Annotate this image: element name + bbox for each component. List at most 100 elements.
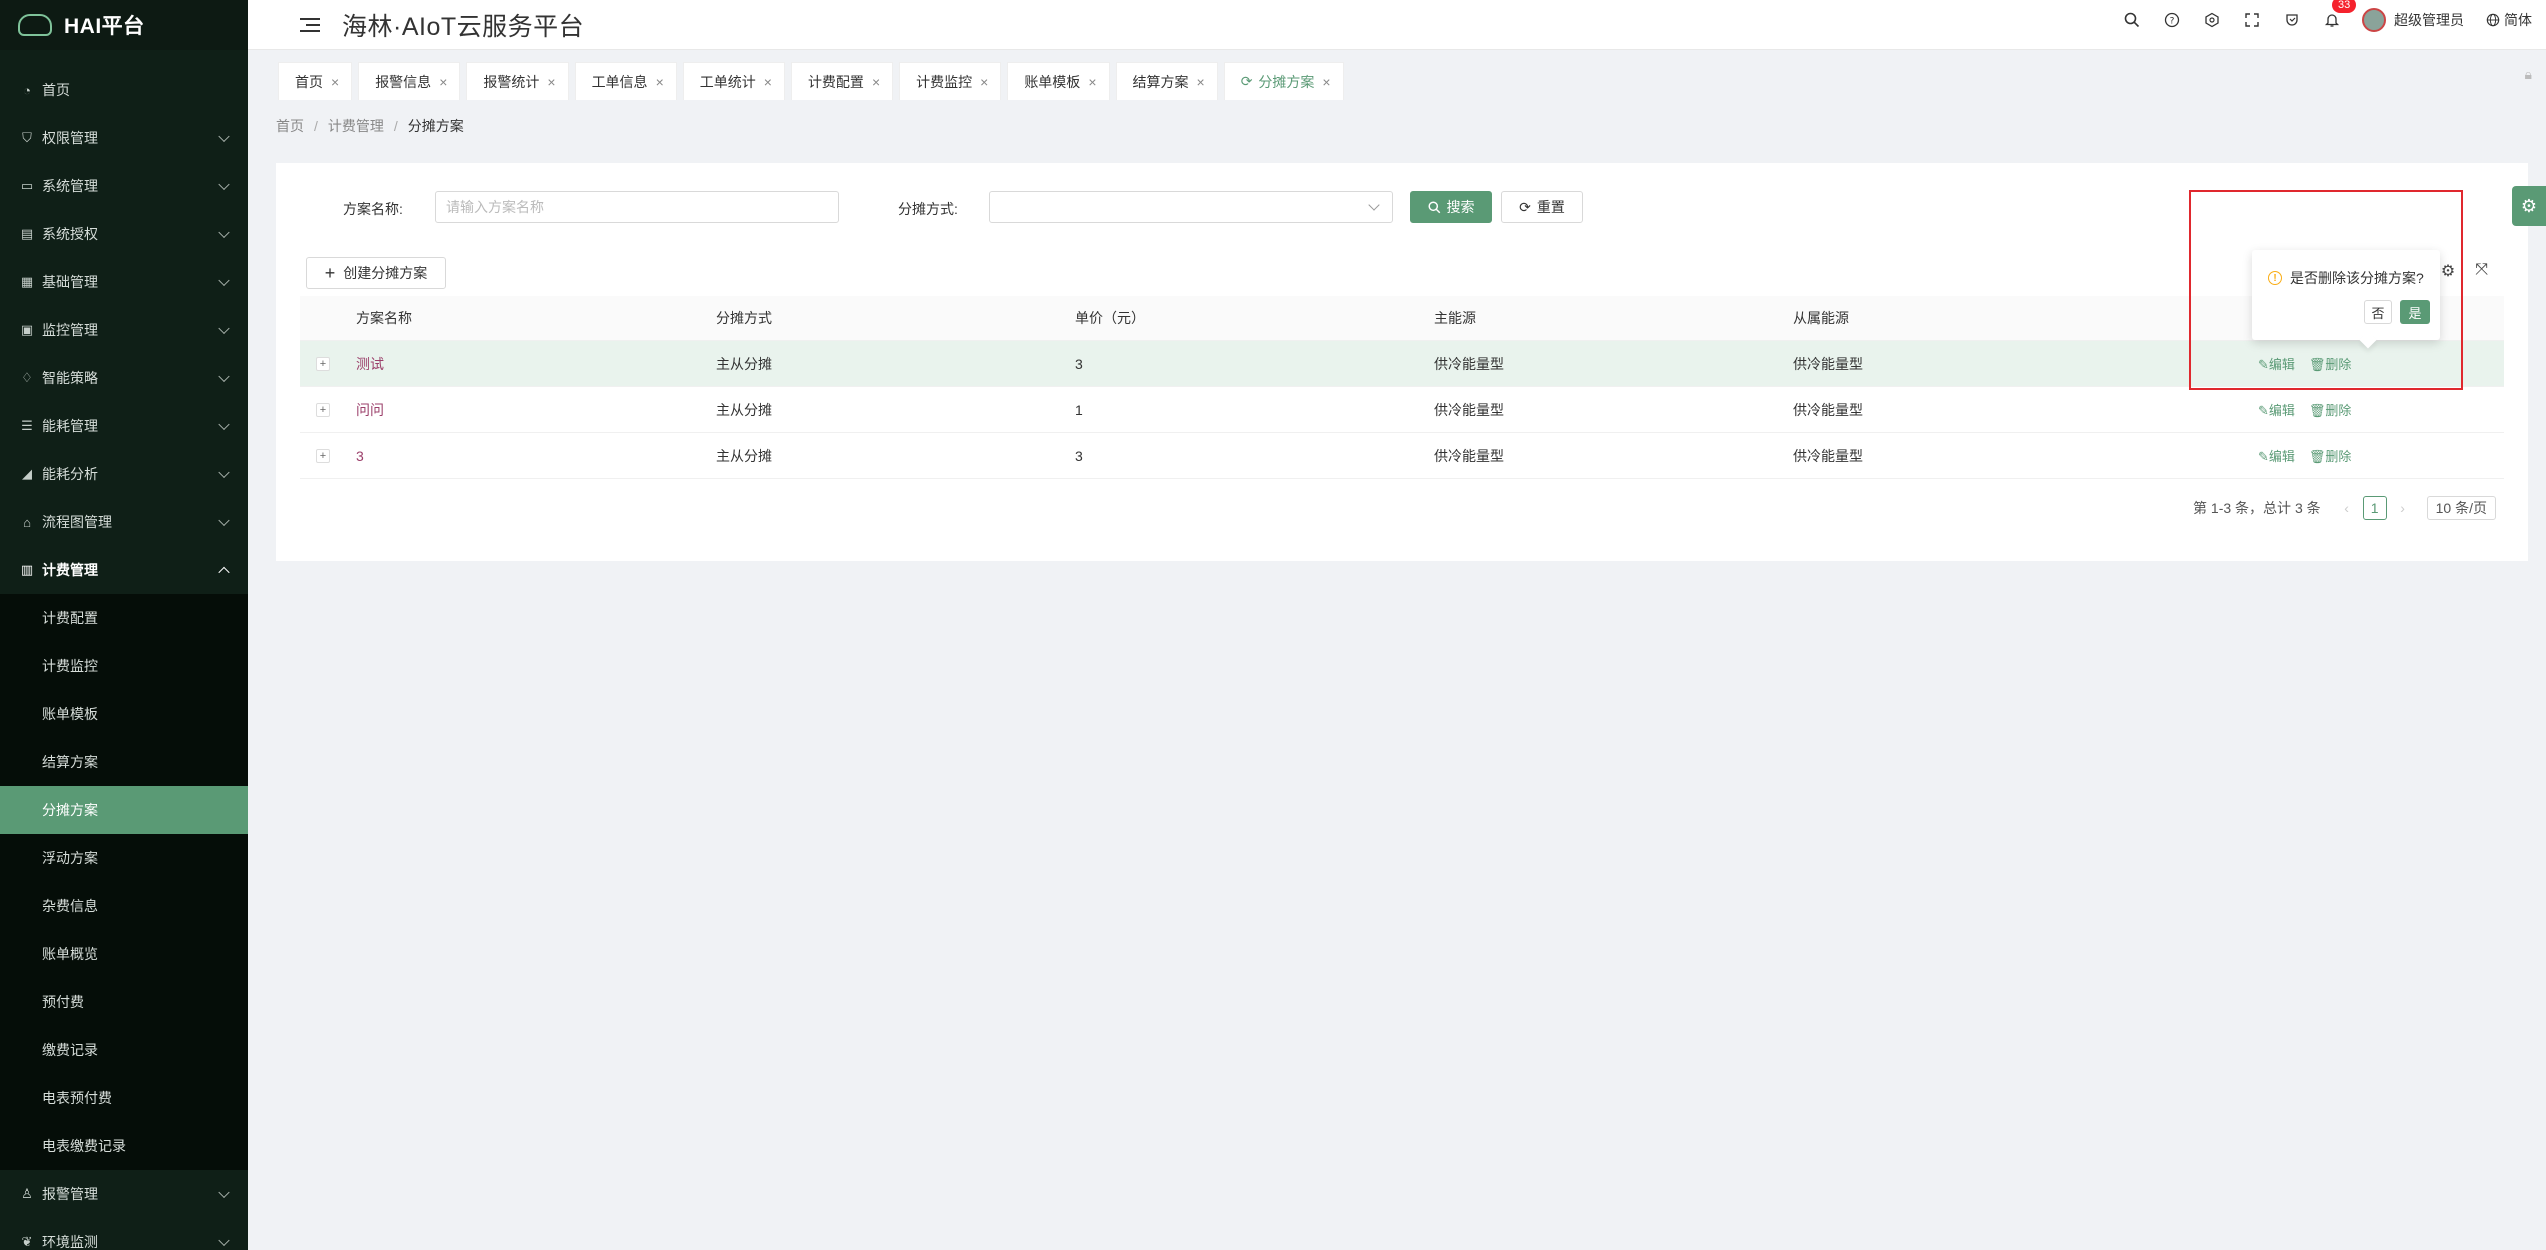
logo[interactable]: HAI平台 [0, 0, 248, 50]
tab-home[interactable]: 首页 × [278, 62, 353, 100]
sidebar-item-home[interactable]: ◔ 首页 [0, 66, 248, 114]
sidebar-subitem[interactable]: 杂费信息 [0, 882, 248, 930]
notification-badge: 33 [2332, 0, 2357, 13]
breadcrumb-item[interactable]: 计费管理 [328, 116, 384, 136]
allocation-table: 方案名称 分摊方式 单价（元） 主能源 从属能源 + 测试 主从分摊 3 供冷能… [300, 296, 2504, 479]
sidebar-subitem[interactable]: 账单概览 [0, 930, 248, 978]
close-icon[interactable]: × [547, 74, 555, 90]
sidebar-subitem[interactable]: 缴费记录 [0, 1026, 248, 1074]
sidebar-subitem[interactable]: 计费监控 [0, 642, 248, 690]
tab-billing-monitor[interactable]: 计费监控 × [899, 62, 1002, 100]
close-icon[interactable]: × [1197, 74, 1205, 90]
close-icon[interactable]: × [656, 74, 664, 90]
close-icon[interactable]: × [331, 74, 339, 90]
sidebar-subitem-active[interactable]: 分摊方案 [0, 786, 248, 834]
user-menu[interactable]: 超级管理员 [2362, 8, 2464, 32]
tab-bill-template[interactable]: 账单模板 × [1007, 62, 1110, 100]
tab-workorder-info[interactable]: 工单信息 × [574, 62, 677, 100]
svg-text:?: ? [2170, 17, 2175, 27]
desktop-icon: ▭ [20, 178, 34, 193]
sidebar-item-strategy[interactable]: ♢ 智能策略 [0, 354, 248, 402]
sidebar-item-basic[interactable]: ▦ 基础管理 [0, 258, 248, 306]
search-icon [1427, 200, 1440, 213]
settings-gear-icon[interactable]: ⚙︎ [2512, 186, 2546, 226]
expand-icon[interactable]: + [316, 448, 330, 463]
close-icon[interactable]: × [1322, 74, 1330, 90]
chevron-down-icon [218, 466, 230, 479]
help-icon[interactable]: ? [2152, 0, 2192, 40]
lock-icon[interactable]: 🔒︎ [2525, 66, 2532, 83]
name-search-input[interactable]: 请输入方案名称 [435, 191, 839, 223]
prev-page-icon[interactable]: ‹ [2335, 496, 2359, 520]
close-icon[interactable]: × [764, 74, 772, 90]
page-size-select[interactable]: 10 条/页 [2426, 496, 2496, 520]
language-switch[interactable]: 简体 [2486, 10, 2532, 30]
license-icon: ▤ [20, 226, 34, 241]
table-row: + 问问 主从分摊 1 供冷能量型 供冷能量型 ✎编辑 🗑︎删除 [300, 387, 2504, 433]
confirm-button[interactable]: 是 [2400, 300, 2430, 324]
search-button[interactable]: 搜索 [1410, 191, 1492, 223]
sidebar-item-permission[interactable]: ⛉ 权限管理 [0, 114, 248, 162]
sidebar-subitem[interactable]: 账单模板 [0, 690, 248, 738]
top-header: 海林·AIoT云服务平台 ? 33 超级管理员 简体 [248, 0, 2546, 50]
chevron-down-icon [218, 418, 230, 431]
delete-button[interactable]: 🗑︎删除 [2309, 357, 2352, 372]
sidebar-item-monitor[interactable]: ▣ 监控管理 [0, 306, 248, 354]
sidebar-item-license[interactable]: ▤ 系统授权 [0, 210, 248, 258]
bell-icon[interactable]: 33 [2312, 0, 2357, 40]
settings-cube-icon[interactable] [2192, 0, 2232, 40]
next-page-icon[interactable]: › [2391, 496, 2415, 520]
search-icon[interactable] [2112, 0, 2152, 40]
sidebar-subitem[interactable]: 计费配置 [0, 594, 248, 642]
column-settings-icon[interactable]: ⚙︎ [2441, 261, 2455, 281]
sidebar-item-system[interactable]: ▭ 系统管理 [0, 162, 248, 210]
close-icon[interactable]: × [439, 74, 447, 90]
tab-alarm-stats[interactable]: 报警统计 × [466, 62, 569, 100]
fullscreen-icon[interactable] [2232, 0, 2272, 40]
create-plan-button[interactable]: + 创建分摊方案 [306, 257, 446, 289]
method-select[interactable] [989, 191, 1393, 223]
page-number[interactable]: 1 [2362, 496, 2387, 520]
delete-button[interactable]: 🗑︎删除 [2309, 403, 2352, 418]
edit-button[interactable]: ✎编辑 [2258, 403, 2295, 418]
sidebar-item-flow[interactable]: ⌂ 流程图管理 [0, 498, 248, 546]
edit-button[interactable]: ✎编辑 [2258, 449, 2295, 464]
sidebar-item-analysis[interactable]: ◢ 能耗分析 [0, 450, 248, 498]
sidebar-subitem[interactable]: 结算方案 [0, 738, 248, 786]
tab-workorder-stats[interactable]: 工单统计 × [682, 62, 785, 100]
expand-icon[interactable]: + [316, 356, 330, 371]
sidebar-subitem[interactable]: 浮动方案 [0, 834, 248, 882]
breadcrumb-item[interactable]: 首页 [276, 116, 304, 136]
close-icon[interactable]: × [1088, 74, 1096, 90]
theme-icon[interactable] [2272, 0, 2312, 40]
menu-fold-icon[interactable] [300, 17, 320, 33]
delete-popconfirm: ! 是否删除该分摊方案? 否 是 [2252, 250, 2440, 349]
breadcrumb-current: 分摊方案 [407, 118, 464, 134]
sidebar-item-billing[interactable]: ▥ 计费管理 [0, 546, 248, 594]
sidebar-item-environment[interactable]: ❦ 环境监测 [0, 1218, 248, 1250]
edit-button[interactable]: ✎编辑 [2258, 357, 2295, 372]
cancel-button[interactable]: 否 [2364, 300, 2392, 324]
tab-allocation[interactable]: ⟳ 分摊方案 × [1223, 62, 1344, 100]
popconfirm-message: 是否删除该分摊方案? [2290, 270, 2424, 286]
plan-sub-energy: 供冷能量型 [1793, 355, 1863, 372]
reset-button[interactable]: ⟳ 重置 [1501, 191, 1583, 223]
user-name: 超级管理员 [2394, 12, 2464, 28]
sidebar-subitem[interactable]: 电表预付费 [0, 1074, 248, 1122]
sidebar-subitem[interactable]: 电表缴费记录 [0, 1122, 248, 1170]
delete-button[interactable]: 🗑︎删除 [2309, 449, 2352, 464]
tab-alarm-info[interactable]: 报警信息 × [358, 62, 461, 100]
sidebar-item-alarm[interactable]: ♙ 报警管理 [0, 1170, 248, 1218]
close-icon[interactable]: × [872, 74, 880, 90]
sidebar-item-energy[interactable]: ☰ 能耗管理 [0, 402, 248, 450]
close-icon[interactable]: × [980, 74, 988, 90]
sidebar-subitem[interactable]: 预付费 [0, 978, 248, 1026]
pagination: 第 1-3 条，总计 3 条 ‹ 1 › 10 条/页 [2193, 496, 2496, 520]
plan-main-energy: 供冷能量型 [1434, 401, 1504, 418]
expand-icon[interactable]: + [316, 402, 330, 417]
col-price: 单价（元） [1075, 310, 1145, 326]
tab-billing-config[interactable]: 计费配置 × [790, 62, 894, 100]
refresh-icon[interactable]: ⟳ [1241, 73, 1253, 90]
tab-settlement[interactable]: 结算方案 × [1115, 62, 1218, 100]
fullscreen-icon[interactable]: ⤧ [2475, 261, 2488, 281]
